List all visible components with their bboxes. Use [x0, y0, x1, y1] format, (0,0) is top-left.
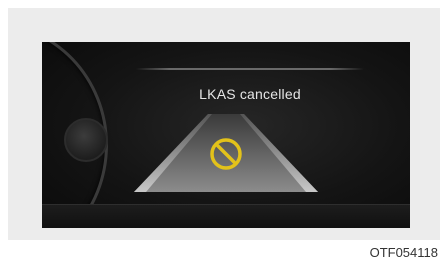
display-bottom-strip: [42, 204, 410, 228]
lane-road-graphic: [134, 114, 318, 192]
figure-code: OTF054118: [369, 245, 438, 260]
cluster-display: LKAS cancelled: [42, 42, 410, 228]
